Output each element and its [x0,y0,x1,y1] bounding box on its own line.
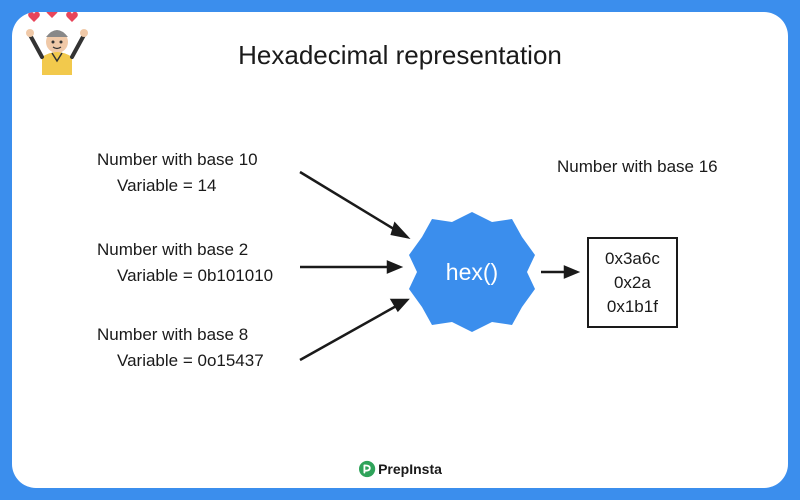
output-label: Number with base 16 [557,157,718,177]
brand-name: PrepInsta [378,461,442,477]
brand-logo: PrepInsta [358,460,442,478]
output-box: 0x3a6c 0x2a 0x1b1f [587,237,678,328]
input-value: Variable = 0b101010 [97,263,273,289]
output-value: 0x2a [605,271,660,295]
function-name: hex() [446,259,498,286]
input-base10: Number with base 10 Variable = 14 [97,147,258,198]
input-label: Number with base 2 [97,237,273,263]
brand-mark-icon [358,460,376,478]
output-value: 0x1b1f [605,295,660,319]
input-label: Number with base 10 [97,147,258,173]
input-value: Variable = 0o15437 [97,348,264,374]
mascot-icon [17,12,97,87]
arrow-icon [292,292,422,372]
arrow-icon [537,257,587,287]
input-value: Variable = 14 [97,173,258,199]
diagram-canvas: Hexadecimal representation Number with b… [12,12,788,488]
function-badge: hex() [407,207,537,337]
arrow-icon [292,252,412,282]
input-base2: Number with base 2 Variable = 0b101010 [97,237,273,288]
input-base8: Number with base 8 Variable = 0o15437 [97,322,264,373]
output-value: 0x3a6c [605,247,660,271]
diagram-title: Hexadecimal representation [238,40,562,71]
input-label: Number with base 8 [97,322,264,348]
arrow-icon [292,162,422,252]
